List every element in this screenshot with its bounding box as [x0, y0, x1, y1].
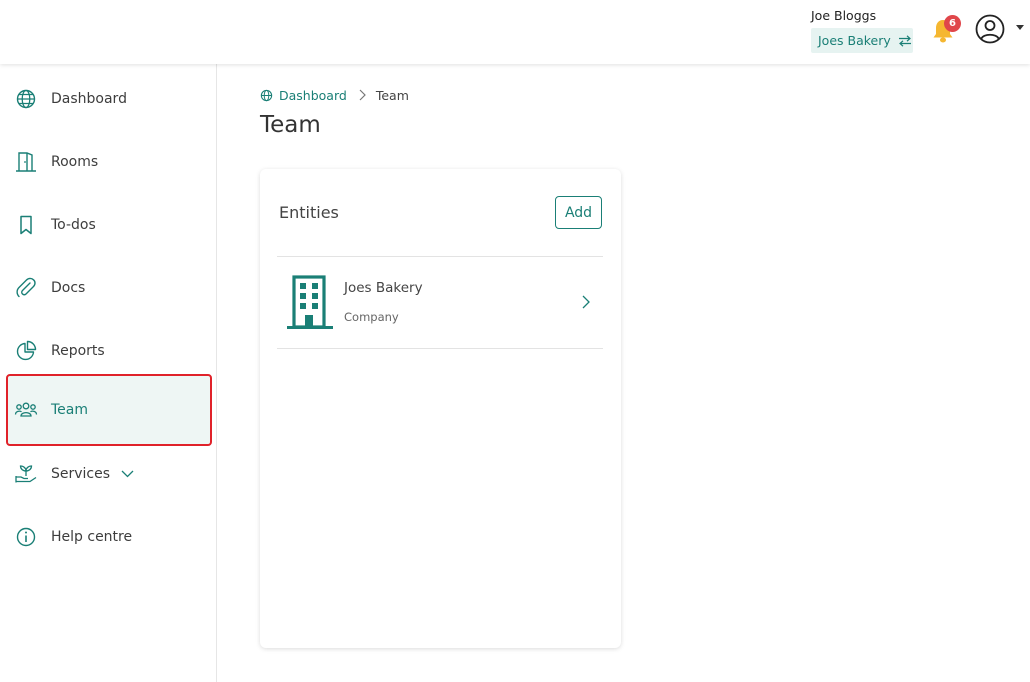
user-name: Joe Bloggs	[811, 8, 877, 23]
plant-hand-icon	[15, 465, 37, 483]
sidebar-item-label: Docs	[51, 280, 86, 296]
breadcrumb: Dashboard Team	[260, 86, 409, 104]
user-avatar-icon[interactable]	[975, 14, 1005, 44]
entity-type: Company	[344, 310, 399, 324]
sidebar-item-label: Team	[51, 402, 89, 418]
sidebar-item-label: Reports	[51, 343, 105, 359]
info-icon	[16, 527, 36, 547]
sidebar-item-services[interactable]: Services	[6, 439, 212, 509]
top-bar: Joe Bloggs Joes Bakery 6	[0, 0, 1030, 64]
user-info: Joe Bloggs Joes Bakery	[811, 7, 913, 53]
company-switcher[interactable]: Joes Bakery	[811, 28, 913, 53]
page-title: Team	[260, 112, 321, 138]
globe-icon	[16, 89, 36, 109]
add-entity-button[interactable]: Add	[555, 196, 602, 229]
chevron-down-icon[interactable]	[1016, 25, 1024, 30]
chevron-right-icon	[359, 89, 366, 101]
sidebar-item-label: Help centre	[51, 529, 133, 545]
sidebar-item-team[interactable]: Team	[6, 374, 212, 446]
entity-name: Joes Bakery	[344, 280, 423, 296]
sidebar-item-dashboard[interactable]: Dashboard	[6, 64, 212, 134]
entities-card: Entities Add Joes Bakery Company	[260, 169, 621, 648]
notification-badge: 6	[944, 15, 961, 32]
sidebar-item-rooms[interactable]: Rooms	[6, 127, 212, 197]
swap-icon	[898, 34, 911, 47]
paperclip-icon	[16, 277, 36, 298]
services-label-text: Services	[51, 466, 111, 482]
bookmark-icon	[20, 215, 32, 235]
sidebar-item-todos[interactable]: To-dos	[6, 190, 212, 260]
sidebar-item-label: To-dos	[51, 217, 96, 233]
entity-list-item[interactable]: Joes Bakery Company	[277, 257, 603, 348]
sidebar-item-help-centre[interactable]: Help centre	[6, 502, 212, 572]
sidebar-item-label: Services	[51, 466, 134, 482]
chevron-right-icon	[582, 295, 590, 309]
company-name: Joes Bakery	[818, 33, 891, 48]
chevron-down-icon	[121, 470, 133, 478]
sidebar-item-label: Rooms	[51, 154, 99, 170]
breadcrumb-current: Team	[375, 87, 409, 103]
entities-card-title: Entities	[279, 203, 339, 222]
breadcrumb-dashboard-link[interactable]: Dashboard	[279, 88, 347, 103]
team-icon	[14, 402, 38, 417]
door-icon	[16, 152, 36, 172]
building-icon	[287, 275, 333, 329]
pie-chart-icon	[16, 340, 37, 361]
sidebar-item-docs[interactable]: Docs	[6, 253, 212, 323]
sidebar-item-label: Dashboard	[51, 91, 127, 107]
divider	[277, 348, 603, 349]
globe-icon	[260, 89, 273, 101]
sidebar: Dashboard Rooms To-dos Docs Reports Team…	[0, 64, 217, 682]
